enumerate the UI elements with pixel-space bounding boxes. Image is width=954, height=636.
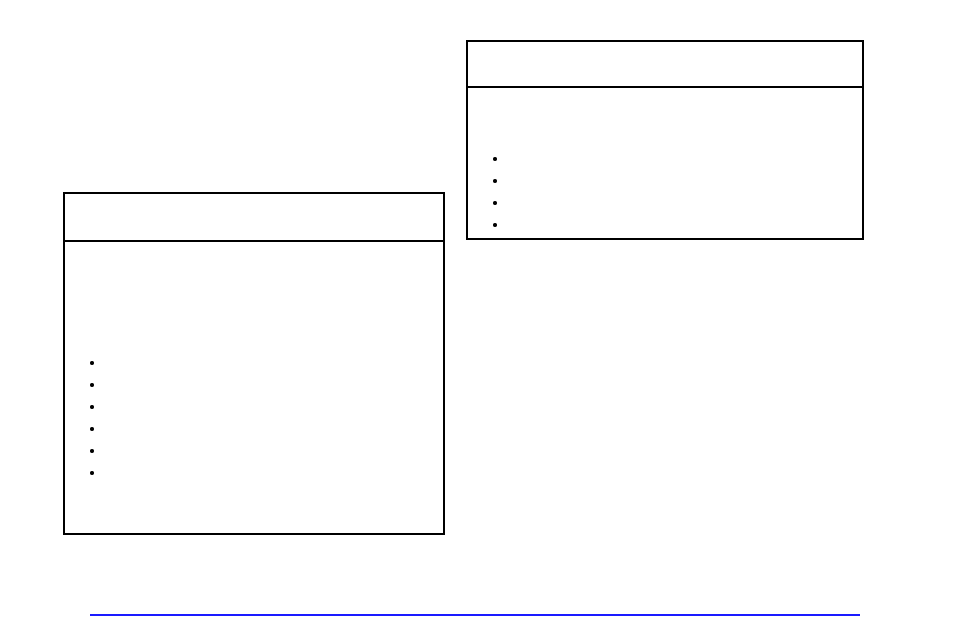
- list-item: [105, 374, 423, 396]
- list-item: [105, 418, 423, 440]
- panel-left: [63, 192, 445, 535]
- panel-right-list: [508, 148, 842, 236]
- panel-right-body: [468, 88, 862, 256]
- list-item: [105, 396, 423, 418]
- list-item: [508, 192, 842, 214]
- panel-left-list: [105, 352, 423, 484]
- list-item: [105, 462, 423, 484]
- panel-right: [466, 40, 864, 240]
- list-item: [105, 352, 423, 374]
- list-item: [508, 148, 842, 170]
- divider-line: [90, 614, 860, 616]
- list-item: [105, 440, 423, 462]
- panel-right-header: [468, 42, 862, 88]
- panel-left-header: [65, 194, 443, 242]
- list-item: [508, 214, 842, 236]
- panel-left-body: [65, 242, 443, 504]
- list-item: [508, 170, 842, 192]
